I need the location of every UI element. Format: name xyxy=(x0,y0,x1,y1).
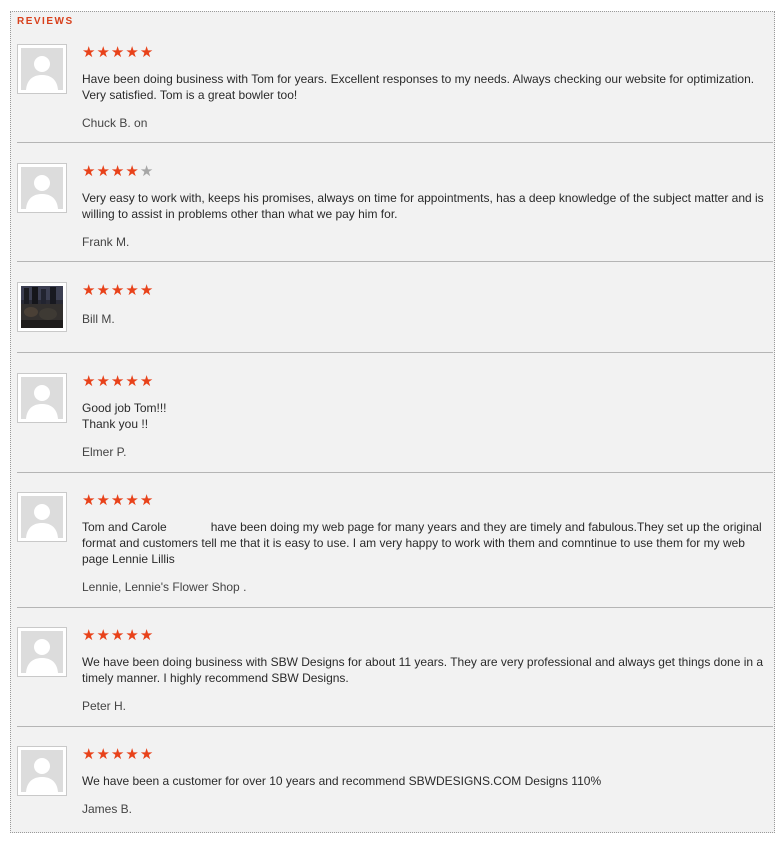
star-filled-icon: ★ xyxy=(82,492,97,509)
star-filled-icon: ★ xyxy=(110,627,126,644)
star-filled-icon: ★ xyxy=(82,163,97,180)
review-content: ★★★★★ Have been doing business with Tom … xyxy=(82,44,772,131)
star-rating: ★★★★★ xyxy=(82,628,772,644)
default-avatar-icon xyxy=(17,746,67,796)
review-item: ★★★★★ We have been a customer for over 1… xyxy=(17,746,773,826)
reviewer-name: Lennie, Lennie's Flower Shop . xyxy=(82,580,247,594)
star-filled-icon: ★ xyxy=(125,373,140,390)
review-content: ★★★★★ Very easy to work with, keeps his … xyxy=(82,163,772,250)
star-filled-icon: ★ xyxy=(110,492,126,509)
review-text-line: Good job Tom!!! xyxy=(82,401,167,415)
divider xyxy=(17,607,773,608)
star-filled-icon: ★ xyxy=(110,44,126,61)
review-text: Good job Tom!!! Thank you !! xyxy=(82,400,772,432)
star-filled-icon: ★ xyxy=(82,44,97,61)
star-filled-icon: ★ xyxy=(96,627,111,644)
star-filled-icon: ★ xyxy=(139,492,155,509)
star-filled-icon: ★ xyxy=(139,282,155,299)
review-text: Tom and Carole have been doing my web pag… xyxy=(82,519,772,567)
star-filled-icon: ★ xyxy=(96,492,111,509)
review-item: ★★★★★ Tom and Carole have been doing my w… xyxy=(17,492,773,612)
star-filled-icon: ★ xyxy=(96,282,111,299)
divider xyxy=(17,261,773,262)
review-text-part: have been doing my web page for many yea… xyxy=(82,520,762,566)
reviews-panel: REVIEWS ★★★★★ Have been doing business w… xyxy=(10,11,775,833)
star-filled-icon: ★ xyxy=(82,282,97,299)
star-filled-icon: ★ xyxy=(96,163,111,180)
review-text: We have been a customer for over 10 year… xyxy=(82,774,602,788)
divider xyxy=(17,726,773,727)
star-rating: ★★★★★ xyxy=(82,283,772,299)
star-filled-icon: ★ xyxy=(139,373,155,390)
review-content: ★★★★★ Good job Tom!!! Thank you !! Elmer… xyxy=(82,373,772,460)
default-avatar-icon xyxy=(17,163,67,213)
star-filled-icon: ★ xyxy=(125,44,140,61)
review-item: ★★★★★ We have been doing business with S… xyxy=(17,627,773,727)
reviewer-name: Peter H. xyxy=(82,699,127,713)
review-text: We have been doing business with SBW Des… xyxy=(82,655,764,685)
star-filled-icon: ★ xyxy=(82,746,97,763)
review-content: ★★★★★ Bill M. xyxy=(82,282,772,327)
star-filled-icon: ★ xyxy=(82,373,97,390)
star-filled-icon: ★ xyxy=(82,627,97,644)
star-filled-icon: ★ xyxy=(110,746,126,763)
review-item: ★★★★★ Have been doing business with Tom … xyxy=(17,44,773,144)
star-filled-icon: ★ xyxy=(125,492,140,509)
star-filled-icon: ★ xyxy=(125,746,140,763)
review-item: ★★★★★ Good job Tom!!! Thank you !! Elmer… xyxy=(17,373,773,473)
star-filled-icon: ★ xyxy=(125,627,140,644)
star-filled-icon: ★ xyxy=(110,163,126,180)
star-rating: ★★★★★ xyxy=(82,374,772,390)
star-empty-icon: ★ xyxy=(139,163,155,180)
star-filled-icon: ★ xyxy=(125,163,140,180)
star-rating: ★★★★★ xyxy=(82,164,772,180)
star-rating: ★★★★★ xyxy=(82,747,772,763)
star-filled-icon: ★ xyxy=(96,373,111,390)
star-filled-icon: ★ xyxy=(139,44,155,61)
reviews-heading: REVIEWS xyxy=(17,16,74,27)
review-content: ★★★★★ Tom and Carole have been doing my w… xyxy=(82,492,772,595)
star-filled-icon: ★ xyxy=(110,373,126,390)
star-filled-icon: ★ xyxy=(96,746,111,763)
star-filled-icon: ★ xyxy=(139,627,155,644)
star-filled-icon: ★ xyxy=(96,44,111,61)
divider xyxy=(17,472,773,473)
default-avatar-icon xyxy=(17,373,67,423)
default-avatar-icon xyxy=(17,627,67,677)
star-rating: ★★★★★ xyxy=(82,45,772,61)
reviewer-name: Bill M. xyxy=(82,312,115,326)
review-text: Have been doing business with Tom for ye… xyxy=(82,72,755,102)
review-content: ★★★★★ We have been a customer for over 1… xyxy=(82,746,772,817)
star-filled-icon: ★ xyxy=(110,282,126,299)
star-filled-icon: ★ xyxy=(125,282,140,299)
reviewer-name: James B. xyxy=(82,802,133,816)
review-item: ★★★★★ Very easy to work with, keeps his … xyxy=(17,163,773,263)
review-text-line: Thank you !! xyxy=(82,417,149,431)
photo-avatar xyxy=(17,282,67,332)
divider xyxy=(17,142,773,143)
reviewer-name: Chuck B. on xyxy=(82,116,148,130)
star-filled-icon: ★ xyxy=(139,746,155,763)
reviewer-name: Elmer P. xyxy=(82,445,127,459)
review-item: ★★★★★ Bill M. xyxy=(17,282,773,352)
default-avatar-icon xyxy=(17,44,67,94)
star-rating: ★★★★★ xyxy=(82,493,772,509)
default-avatar-icon xyxy=(17,492,67,542)
review-content: ★★★★★ We have been doing business with S… xyxy=(82,627,772,714)
divider xyxy=(17,352,773,353)
reviewer-name: Frank M. xyxy=(82,235,130,249)
review-text-part: Tom and Carole xyxy=(82,520,167,534)
review-text: Very easy to work with, keeps his promis… xyxy=(82,191,764,221)
